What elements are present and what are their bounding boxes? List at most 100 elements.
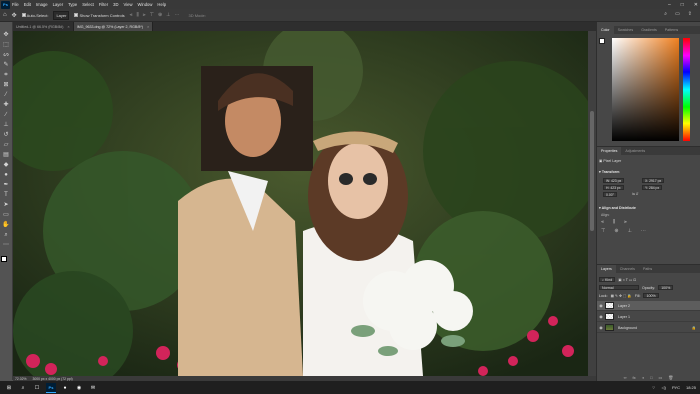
opacity-input[interactable]: 100% bbox=[658, 285, 674, 290]
lock-icons[interactable]: ▦ ✎ ✥ ⬚ 🔒 bbox=[611, 294, 632, 298]
volume-icon[interactable]: ◁) bbox=[662, 385, 666, 390]
tab-properties[interactable]: Properties bbox=[597, 147, 622, 155]
menu-layer[interactable]: Layer bbox=[53, 2, 63, 7]
kind-filter-dropdown[interactable]: ⌕ Kind bbox=[599, 277, 616, 282]
frame-tool[interactable]: ⊠ bbox=[2, 82, 11, 89]
align-top-edges-icon[interactable]: ⊤ bbox=[601, 228, 605, 234]
blend-mode-dropdown[interactable]: Normal bbox=[599, 285, 639, 290]
start-icon[interactable]: ⊞ bbox=[4, 383, 14, 393]
menu-view[interactable]: View bbox=[124, 2, 133, 7]
hand-tool[interactable]: ✋ bbox=[2, 222, 11, 229]
visibility-eye-icon[interactable]: ◉ bbox=[597, 303, 605, 308]
crop-tool[interactable]: ⌗ bbox=[2, 72, 11, 79]
foreground-background-colors[interactable] bbox=[1, 256, 11, 266]
tab-paths[interactable]: Paths bbox=[639, 267, 656, 271]
add-style-icon[interactable]: fx bbox=[633, 375, 636, 380]
distribute-icon[interactable]: ⋯ bbox=[175, 12, 180, 18]
app-icon[interactable]: ◉ bbox=[74, 383, 84, 393]
move-tool[interactable]: ✥ bbox=[2, 32, 11, 39]
eyedropper-tool[interactable]: ⁄ bbox=[2, 92, 11, 99]
clock[interactable]: 18:25 bbox=[686, 385, 696, 390]
tab-img-9633[interactable]: IMG_9633.dng @ 72% (Layer 2, RGB/8*) × bbox=[73, 22, 154, 31]
align-right-edges-icon[interactable]: ⫸ bbox=[624, 219, 627, 225]
transform-section-title[interactable]: ▾ Transform bbox=[599, 170, 619, 174]
menu-edit[interactable]: Edit bbox=[24, 2, 31, 7]
align-top-icon[interactable]: ⊤ bbox=[150, 12, 154, 18]
color-picker-field[interactable] bbox=[612, 38, 679, 141]
maximize-button[interactable]: □ bbox=[681, 2, 684, 8]
align-section-title[interactable]: ▾ Align and Distribute bbox=[599, 206, 636, 210]
align-horizontal-centers-icon[interactable]: ⫼ bbox=[613, 219, 615, 225]
zoom-tool[interactable]: ⌕ bbox=[2, 232, 11, 239]
menu-image[interactable]: Image bbox=[36, 2, 48, 7]
foreground-color-swatch[interactable] bbox=[599, 38, 605, 44]
brush-tool[interactable]: ∕ bbox=[2, 112, 11, 119]
menu-filter[interactable]: Filter bbox=[99, 2, 108, 7]
search-icon[interactable]: ⌕ bbox=[664, 11, 667, 17]
x-field[interactable]: X: 2917 px bbox=[642, 178, 665, 183]
new-layer-icon[interactable]: ▭ bbox=[658, 375, 662, 380]
document-canvas[interactable] bbox=[13, 31, 588, 376]
lock-icon[interactable]: 🔒 bbox=[692, 326, 696, 330]
healing-tool[interactable]: ✚ bbox=[2, 102, 11, 109]
visibility-eye-icon[interactable]: ◉ bbox=[597, 314, 605, 319]
more-options-icon[interactable]: ⋯ bbox=[641, 228, 646, 234]
foreground-color-swatch[interactable] bbox=[1, 256, 7, 262]
tab-gradients[interactable]: Gradients bbox=[637, 28, 661, 32]
photoshop-taskbar-icon[interactable]: Ps bbox=[46, 382, 56, 393]
close-icon[interactable]: × bbox=[67, 24, 69, 29]
type-tool[interactable]: T bbox=[2, 192, 11, 199]
home-icon[interactable]: ⌂ bbox=[3, 12, 7, 18]
auto-select-dropdown[interactable]: Layer bbox=[53, 10, 70, 20]
more-tools[interactable]: ⋯ bbox=[2, 242, 11, 249]
menu-help[interactable]: Help bbox=[157, 2, 166, 7]
browser-icon[interactable]: ● bbox=[60, 383, 70, 393]
align-bottom-icon[interactable]: ⊥ bbox=[166, 12, 170, 18]
y-field[interactable]: Y: 284 px bbox=[642, 185, 663, 190]
dodge-tool[interactable]: ● bbox=[2, 172, 11, 179]
angle-field[interactable]: 0.00° bbox=[603, 192, 617, 197]
stamp-tool[interactable]: ⊥ bbox=[2, 122, 11, 129]
network-icon[interactable]: ⌔ bbox=[652, 385, 656, 391]
auto-select-checkbox[interactable]: Auto-Select: bbox=[21, 13, 48, 18]
blur-tool[interactable]: ◆ bbox=[2, 162, 11, 169]
search-icon[interactable]: ⌕ bbox=[18, 383, 28, 393]
share-icon[interactable]: ⇪ bbox=[688, 11, 692, 17]
add-mask-icon[interactable]: ◑ bbox=[642, 375, 644, 380]
new-group-icon[interactable]: □ bbox=[650, 375, 652, 380]
flip-icons[interactable]: ⇋ ⇵ bbox=[632, 192, 639, 196]
menu-file[interactable]: File bbox=[12, 2, 19, 7]
close-button[interactable]: ✕ bbox=[694, 2, 698, 8]
language-indicator[interactable]: РУС bbox=[672, 385, 680, 390]
zoom-level[interactable]: 72.02% bbox=[15, 377, 27, 381]
menu-window[interactable]: Window bbox=[138, 2, 153, 7]
eraser-tool[interactable]: ▱ bbox=[2, 142, 11, 149]
width-field[interactable]: W: 423 px bbox=[603, 178, 625, 183]
tab-channels[interactable]: Channels bbox=[616, 267, 639, 271]
lasso-tool[interactable]: ᔕ bbox=[2, 52, 11, 59]
tab-swatches[interactable]: Swatches bbox=[614, 28, 638, 32]
task-view-icon[interactable]: ☐ bbox=[32, 383, 42, 393]
path-select-tool[interactable]: ➤ bbox=[2, 202, 11, 209]
tab-color[interactable]: Color bbox=[597, 26, 614, 34]
layer-row-background[interactable]: ◉ Background 🔒 bbox=[597, 323, 700, 333]
align-vertical-centers-icon[interactable]: ⊕ bbox=[614, 228, 618, 234]
scrollbar-thumb[interactable] bbox=[590, 111, 594, 231]
close-icon[interactable]: × bbox=[147, 24, 149, 29]
fill-input[interactable]: 100% bbox=[643, 293, 659, 298]
height-field[interactable]: H: 423 px bbox=[603, 185, 624, 190]
align-right-icon[interactable]: ⫸ bbox=[143, 12, 146, 18]
menu-select[interactable]: Select bbox=[82, 2, 94, 7]
marquee-tool[interactable]: ⬚ bbox=[2, 42, 11, 49]
delete-layer-icon[interactable]: 🗑 bbox=[668, 375, 673, 380]
menu-3d[interactable]: 3D bbox=[113, 2, 118, 7]
tab-layers[interactable]: Layers bbox=[597, 265, 616, 273]
align-left-edges-icon[interactable]: ⫷ bbox=[601, 219, 604, 225]
history-brush-tool[interactable]: ↺ bbox=[2, 132, 11, 139]
gradient-tool[interactable]: ▤ bbox=[2, 152, 11, 159]
filter-icons[interactable]: ▣ ◑ T ▭ ⊡ bbox=[618, 278, 636, 282]
minimize-button[interactable]: – bbox=[668, 2, 671, 8]
align-left-icon[interactable]: ⫷ bbox=[130, 12, 133, 18]
link-layers-icon[interactable]: ∞ bbox=[624, 375, 627, 380]
align-bottom-edges-icon[interactable]: ⊥ bbox=[628, 228, 632, 234]
